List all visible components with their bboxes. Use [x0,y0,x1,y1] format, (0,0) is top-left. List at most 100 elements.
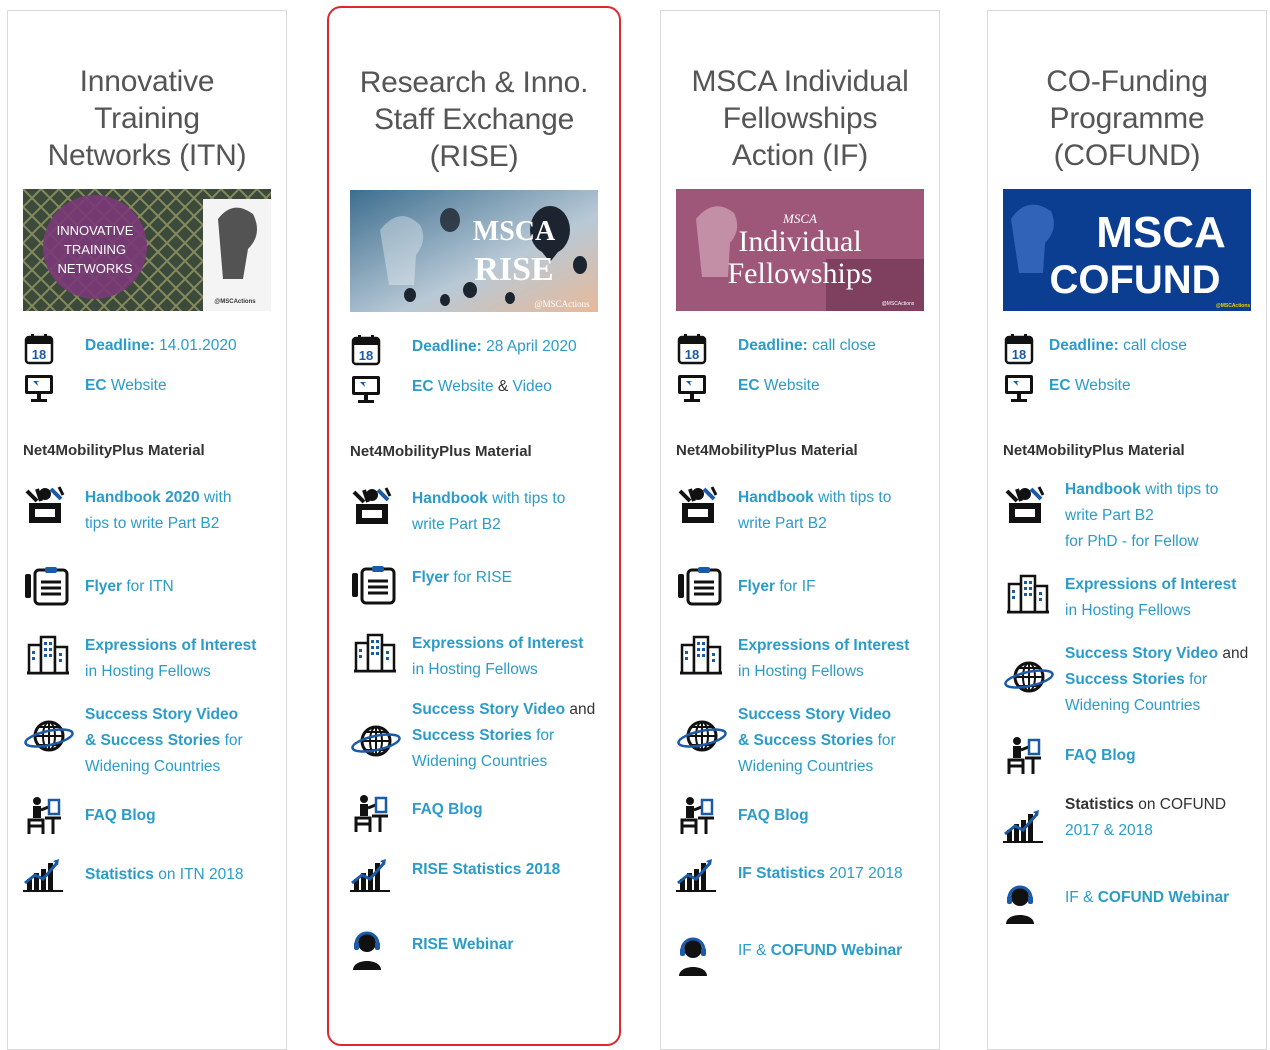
success-stories-link[interactable]: Widening Countries [738,758,873,775]
ec-website-link[interactable]: Website [434,378,494,395]
title-line: Staff Exchange [373,103,575,136]
ec-website-link[interactable]: EC [738,377,760,394]
success-video-link[interactable]: Success Story Video [1065,645,1218,662]
tools-icon [350,486,394,526]
handbook-link[interactable]: write Part B2 [738,515,827,532]
building-icon [23,633,73,675]
title-line: Programme [1049,102,1205,135]
handbook-phd-link[interactable]: for PhD [1065,533,1118,550]
banner-text: MSCA [782,211,817,226]
ec-website-link[interactable]: Website [760,377,820,394]
statistics-text: Statistics [1065,796,1134,813]
eoi-link[interactable]: in Hosting Fellows [412,661,538,678]
if-banner-image[interactable]: MSCA Individual Fellowships @MSCActions [676,189,924,311]
handbook-link[interactable]: with [200,489,232,506]
statistics-link[interactable]: RISE Statistics 2018 [412,861,560,878]
banner-handle: @MSCActions [882,301,915,307]
statistics-link[interactable]: 2017 & 2018 [1065,822,1153,839]
flyer-link[interactable]: for IF [775,578,815,595]
banner-text: Individual [738,225,861,258]
success-stories-link[interactable]: Widening Countries [1065,697,1200,714]
deadline-value[interactable]: 28 April 2020 [482,338,577,355]
webinar-link[interactable]: COFUND Webinar [771,942,902,959]
success-stories-link[interactable]: Success Stories [412,727,532,744]
handbook-link[interactable]: Handbook 2020 [85,489,200,506]
statistics-link[interactable]: 2017 2018 [825,865,902,882]
tools-icon [676,485,720,525]
faq-blog-link[interactable]: FAQ Blog [85,807,156,824]
eoi-link[interactable]: Expressions of Interest [85,637,256,654]
building-icon [350,631,400,673]
column-if: MSCA Individual Fellowships Action (IF) … [660,10,940,1050]
flyer-link[interactable]: Flyer [85,578,122,595]
video-link[interactable]: Video [513,378,552,395]
eoi-link[interactable]: Expressions of Interest [738,637,909,654]
faq-blog-link[interactable]: FAQ Blog [412,801,483,818]
eoi-link[interactable]: in Hosting Fellows [85,663,211,680]
column-title: Innovative Training Networks (ITN) [8,63,286,174]
flyer-link[interactable]: Flyer [412,569,449,586]
handbook-link[interactable]: with tips to [488,490,565,507]
success-video-link[interactable]: Success Story Video [412,701,565,718]
deadline-value[interactable]: 14.01.2020 [155,337,237,354]
banner-text: TRAINING [64,242,126,257]
desk-icon [676,796,716,836]
deadline-label[interactable]: Deadline: [85,337,155,354]
deadline-value: call close [1118,337,1187,354]
faq-blog-link[interactable]: FAQ Blog [738,807,809,824]
monitor-icon [676,373,708,403]
success-stories-link[interactable]: for [532,727,554,744]
success-stories-link[interactable]: for [873,732,896,749]
handbook-link[interactable]: with tips to [814,489,891,506]
eoi-link[interactable]: in Hosting Fellows [1065,602,1191,619]
webinar-link[interactable]: IF & [738,942,771,959]
success-stories-link[interactable]: Success Stories [1065,671,1185,688]
flyer-link[interactable]: Flyer [738,578,775,595]
handbook-fellow-link[interactable]: for Fellow [1131,533,1198,550]
ec-website-link[interactable]: EC [1049,377,1071,394]
section-heading: Net4MobilityPlus Material [350,443,532,460]
flyer-link[interactable]: for ITN [122,578,173,595]
webinar-link[interactable]: RISE Webinar [412,936,513,953]
faq-blog-link[interactable]: FAQ Blog [1065,747,1136,764]
cofund-banner-image[interactable]: MSCA COFUND @MSCActions [1003,189,1251,311]
eoi-link[interactable]: in Hosting Fellows [738,663,864,680]
handbook-link[interactable]: tips to write Part B2 [85,515,219,532]
flyer-link[interactable]: for RISE [449,569,512,586]
title-line: (COFUND) [1053,139,1201,172]
success-stories-link[interactable]: for [220,732,243,749]
eoi-link[interactable]: Expressions of Interest [412,635,583,652]
tools-icon [1003,485,1047,525]
webinar-link[interactable]: IF & [1065,889,1098,906]
title-line: Innovative [79,65,215,98]
ec-website-link[interactable]: EC [85,377,107,394]
stats-icon [23,857,63,893]
statistics-link[interactable]: Statistics [85,866,154,883]
desk-icon [1003,736,1043,776]
success-stories-link[interactable]: for [1185,671,1207,688]
banner-text: INNOVATIVE [57,223,134,238]
handbook-link[interactable]: Handbook [412,490,488,507]
monitor-icon [350,374,382,404]
webinar-link[interactable]: COFUND Webinar [1098,889,1229,906]
calendar-icon [1003,333,1035,365]
success-stories-link[interactable]: Widening Countries [412,753,547,770]
ec-website-link[interactable]: Website [107,377,167,394]
ec-website-link[interactable]: EC [412,378,434,395]
handbook-link[interactable]: Handbook [738,489,814,506]
deadline-label[interactable]: Deadline: [412,338,482,355]
statistics-link[interactable]: on ITN 2018 [154,866,243,883]
success-stories-link[interactable]: Widening Countries [85,758,220,775]
itn-banner-image[interactable]: INNOVATIVE TRAINING NETWORKS @MSCActions [23,189,271,311]
ec-website-link[interactable]: Website [1071,377,1131,394]
success-video-link[interactable]: Success Story Video [738,706,891,723]
rise-banner-image[interactable]: MSCA RISE @MSCActions [350,190,598,312]
success-stories-link[interactable]: & Success Stories [738,732,873,749]
success-stories-link[interactable]: & Success Stories [85,732,220,749]
statistics-link[interactable]: IF Statistics [738,865,825,882]
handbook-link[interactable]: write Part B2 [412,516,501,533]
eoi-link[interactable]: Expressions of Interest [1065,576,1236,593]
banner-handle: @MSCActions [534,299,590,309]
globe-icon [1003,657,1055,697]
success-video-link[interactable]: Success Story Video [85,706,238,723]
